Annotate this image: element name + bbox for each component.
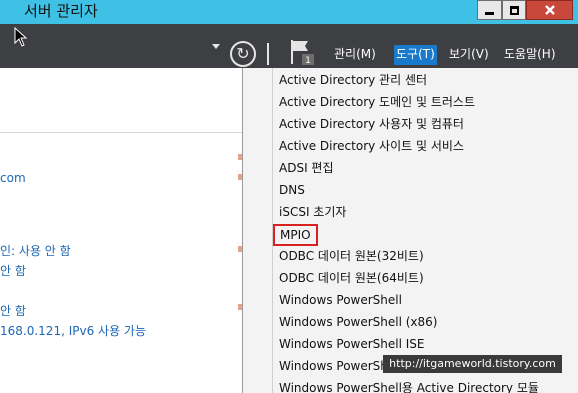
restore-icon	[509, 5, 519, 15]
property-value[interactable]: 안 함	[0, 263, 26, 279]
close-icon	[544, 5, 555, 15]
menu-item-iscsi-initiator[interactable]: iSCSI 초기자	[279, 201, 346, 223]
menu-item-ad-domains-trusts[interactable]: Active Directory 도메인 및 트러스트	[279, 91, 475, 113]
refresh-icon[interactable]: ↻	[230, 41, 256, 67]
menu-item-ad-admin-center[interactable]: Active Directory 관리 센터	[279, 69, 427, 91]
maximize-button[interactable]	[502, 0, 526, 20]
menu-item-mpio[interactable]: MPIO	[273, 224, 318, 246]
property-value[interactable]: 안 함	[0, 303, 26, 319]
menu-item-odbc-64[interactable]: ODBC 데이터 원본(64비트)	[279, 267, 424, 289]
property-value[interactable]: 168.0.121, IPv6 사용 가능	[0, 323, 146, 339]
menu-item-ad-users-computers[interactable]: Active Directory 사용자 및 컴퓨터	[279, 113, 464, 135]
server-properties-pane: com 인: 사용 안 함 안 함 안 함 168.0.121, IPv6 사용…	[0, 68, 242, 393]
minimize-button[interactable]	[477, 0, 502, 20]
menu-view[interactable]: 보기(V)	[447, 45, 491, 65]
menu-tools[interactable]: 도구(T)	[394, 45, 437, 65]
notifications-flag-icon[interactable]: 1	[290, 39, 314, 65]
close-button[interactable]	[526, 0, 573, 20]
menu-manage[interactable]: 관리(M)	[332, 45, 378, 65]
navigation-dropdown-icon[interactable]	[212, 44, 220, 49]
menu-item-powershell-ise[interactable]: Windows PowerShell ISE	[279, 333, 425, 355]
window-title: 서버 관리자	[24, 2, 98, 20]
notification-count: 1	[305, 56, 311, 65]
menu-help[interactable]: 도움말(H)	[502, 45, 558, 65]
menu-item-ad-sites-services[interactable]: Active Directory 사이트 및 서비스	[279, 135, 464, 157]
mouse-cursor-icon	[14, 27, 28, 47]
property-value[interactable]: com	[0, 170, 26, 186]
toolbar	[0, 24, 578, 68]
watermark: http://itgameworld.tistory.com	[383, 355, 562, 373]
section-divider	[0, 132, 242, 133]
menu-item-adsi-edit[interactable]: ADSI 편집	[279, 157, 334, 179]
toolbar-separator	[267, 43, 269, 65]
menu-item-powershell-x86[interactable]: Windows PowerShell (x86)	[279, 311, 437, 333]
menu-item-powershell-ad-module[interactable]: Windows PowerShell용 Active Directory 모듈	[279, 377, 539, 393]
tools-dropdown-menu: Active Directory 관리 센터 Active Directory …	[242, 68, 578, 393]
menu-item-odbc-32[interactable]: ODBC 데이터 원본(32비트)	[279, 245, 424, 267]
minimize-icon	[485, 11, 494, 15]
menu-item-powershell[interactable]: Windows PowerShell	[279, 289, 402, 311]
property-value[interactable]: 인: 사용 안 함	[0, 243, 71, 259]
title-bar: 서버 관리자	[0, 0, 578, 24]
menu-item-dns[interactable]: DNS	[279, 179, 305, 201]
